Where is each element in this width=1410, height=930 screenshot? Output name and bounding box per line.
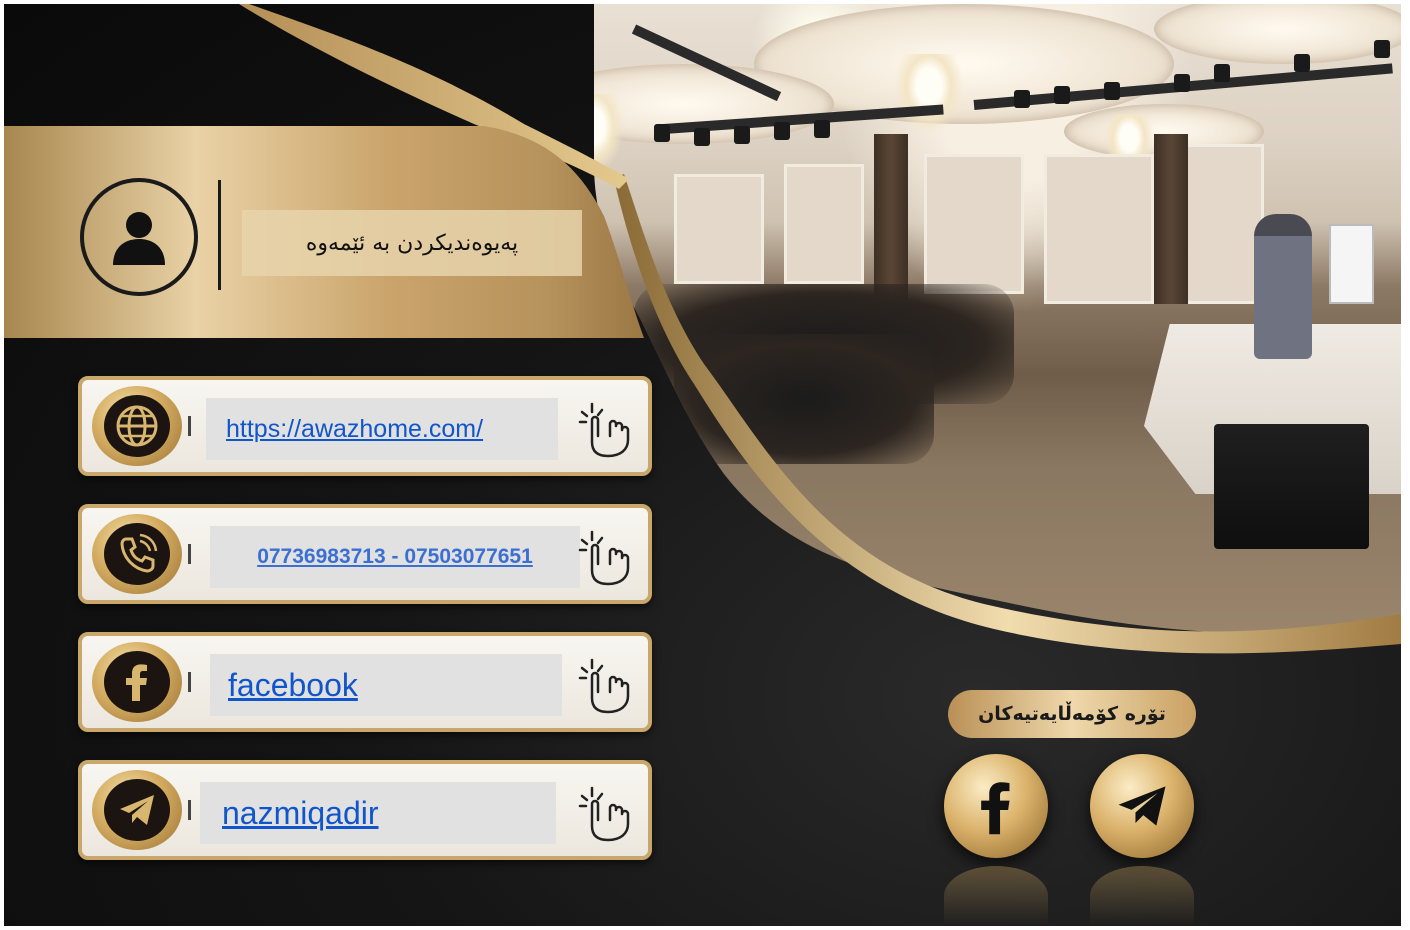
globe-icon (116, 405, 158, 447)
phone-icon (120, 533, 158, 573)
coin (92, 386, 182, 466)
social-label: تۆرە کۆمەڵایەتیەکان (948, 690, 1196, 738)
contact-card-facebook[interactable]: facebook (78, 632, 652, 732)
facebook-field[interactable]: facebook (210, 654, 562, 716)
telegram-link[interactable]: nazmiqadir (222, 795, 379, 832)
website-field[interactable]: https://awazhome.com/ (206, 398, 558, 460)
page-title: پەیوەندیکردن بە ئێمەوە (242, 210, 582, 276)
social-facebook-button[interactable] (944, 754, 1048, 858)
contact-card-canvas: پەیوەندیکردن بە ئێمەوە https://awazhome.… (4, 4, 1401, 926)
telegram-field[interactable]: nazmiqadir (200, 782, 556, 844)
contact-card-phone[interactable]: 07736983713 - 07503077651 (78, 504, 652, 604)
coin (92, 770, 182, 850)
facebook-icon (981, 782, 1010, 835)
pointer-hand-icon (578, 530, 630, 586)
social-telegram-button[interactable] (1090, 754, 1194, 858)
telegram-icon (1118, 786, 1166, 826)
coin (92, 642, 182, 722)
coin-reflection (1090, 866, 1194, 926)
telegram-icon (120, 795, 154, 825)
contact-card-telegram[interactable]: nazmiqadir (78, 760, 652, 860)
coin-reflection (944, 866, 1048, 926)
phone-field[interactable]: 07736983713 - 07503077651 (210, 526, 580, 588)
facebook-link[interactable]: facebook (228, 667, 358, 704)
phone-link[interactable]: 07736983713 - 07503077651 (257, 545, 533, 569)
facebook-icon (126, 664, 147, 701)
website-link[interactable]: https://awazhome.com/ (226, 415, 483, 444)
pointer-hand-icon (578, 402, 630, 458)
pointer-hand-icon (578, 786, 630, 842)
user-icon (113, 212, 165, 265)
coin (92, 514, 182, 594)
contact-card-website[interactable]: https://awazhome.com/ (78, 376, 652, 476)
header-divider (218, 180, 221, 290)
avatar (80, 178, 198, 296)
pointer-hand-icon (578, 658, 630, 714)
